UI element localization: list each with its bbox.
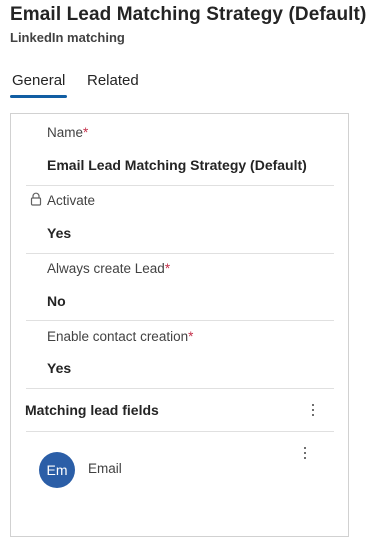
avatar: Em — [39, 452, 75, 488]
divider — [26, 185, 334, 186]
tab-related[interactable]: Related — [87, 72, 139, 89]
field-always-create-lead-label: Always create Lead* — [47, 261, 171, 276]
tab-general[interactable]: General — [12, 72, 65, 89]
divider — [26, 431, 334, 432]
selected-tab-indicator — [10, 95, 67, 98]
lock-icon — [30, 192, 42, 206]
field-name-value[interactable]: Email Lead Matching Strategy (Default) — [47, 157, 307, 173]
field-enable-contact-creation-label: Enable contact creation* — [47, 329, 194, 344]
more-options-icon[interactable] — [309, 402, 317, 418]
matching-field-name: Email — [88, 461, 122, 476]
field-name-label: Name* — [47, 125, 89, 140]
field-enable-contact-creation-value[interactable]: Yes — [47, 360, 71, 376]
section-title-matching-lead-fields: Matching lead fields — [25, 402, 159, 418]
item-more-options-icon[interactable] — [301, 445, 309, 461]
form-card: Name* Email Lead Matching Strategy (Defa… — [10, 113, 349, 537]
field-always-create-lead-value[interactable]: No — [47, 293, 66, 309]
field-activate-label: Activate — [47, 193, 96, 208]
divider — [26, 253, 334, 254]
divider — [26, 320, 334, 321]
page-subtitle: LinkedIn matching — [10, 30, 125, 45]
divider — [26, 388, 334, 389]
field-activate-value: Yes — [47, 225, 72, 241]
page-title: Email Lead Matching Strategy (Default) — [10, 4, 367, 25]
required-marker: * — [164, 261, 171, 276]
required-marker: * — [83, 125, 89, 140]
required-marker: * — [188, 329, 194, 344]
